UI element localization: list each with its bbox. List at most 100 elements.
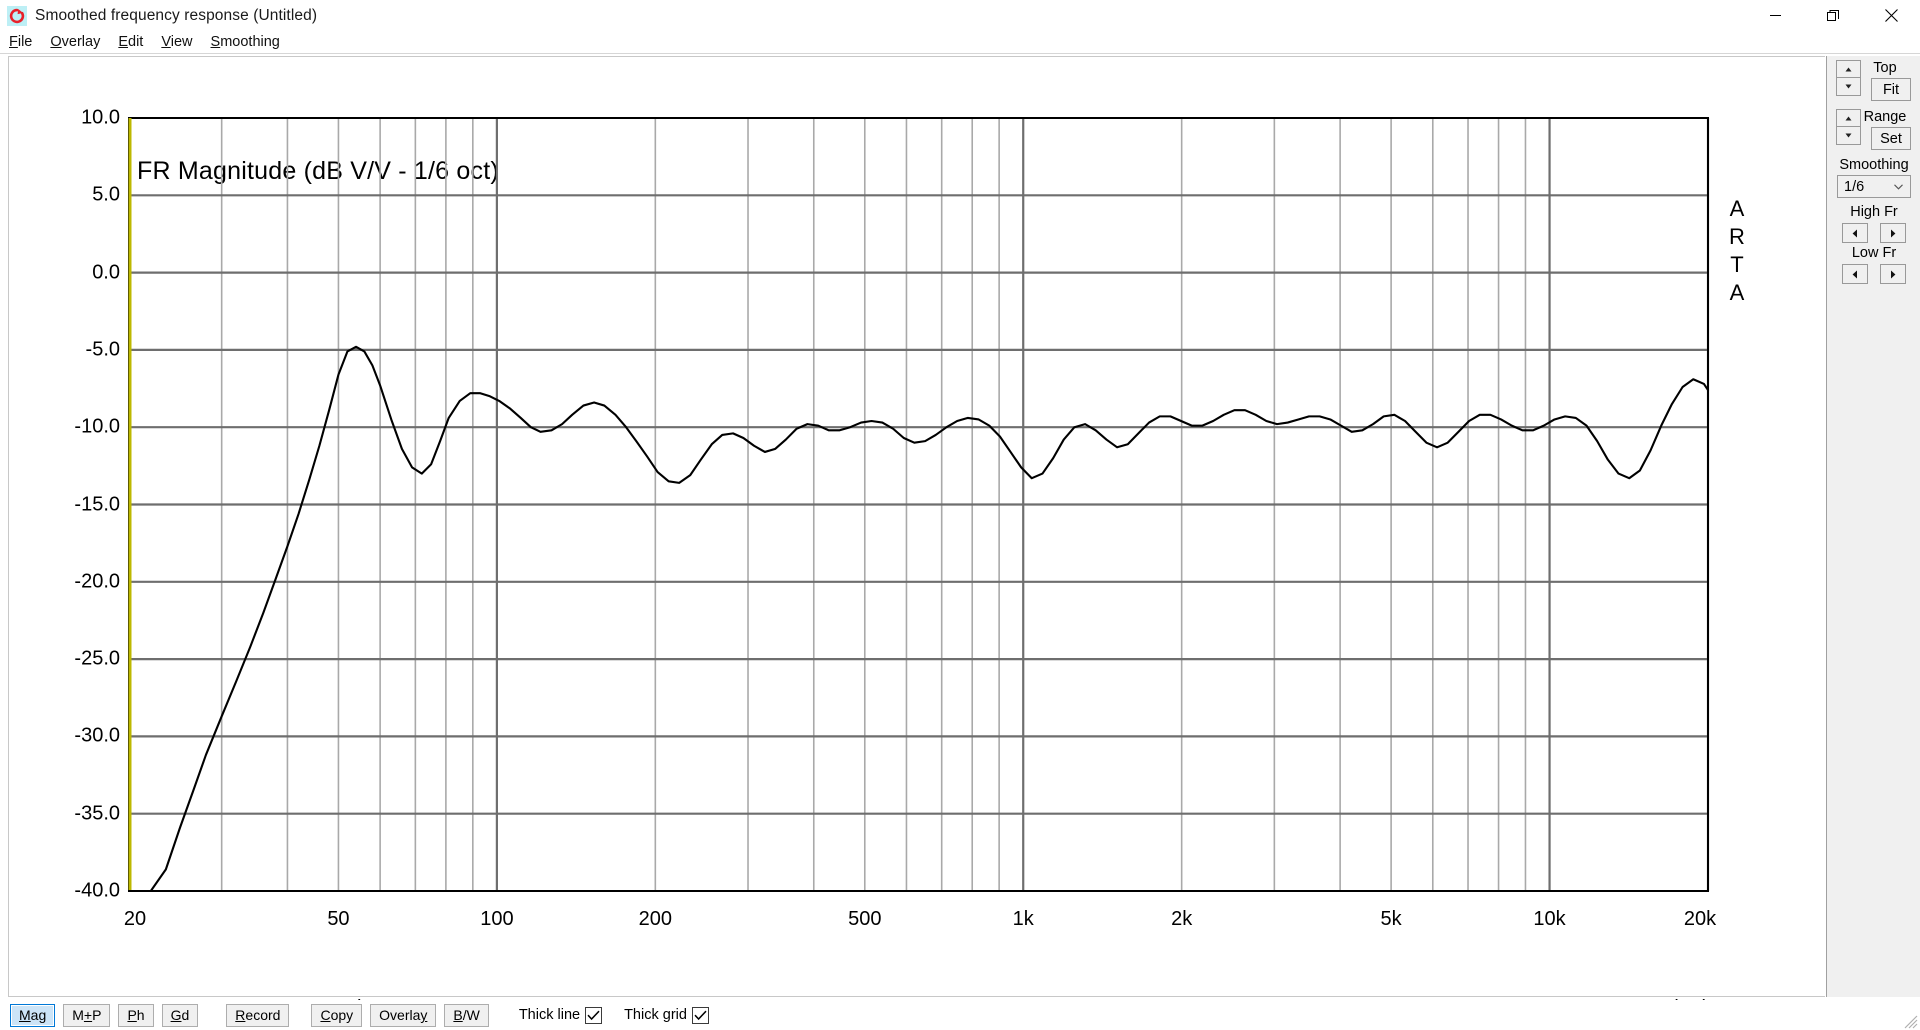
label-post: opy — [330, 1007, 354, 1023]
bottom-toolbar: Mag M + P Ph Gd Record Copy Overla y B/W Thick line… — [0, 1000, 1920, 1030]
y-axis-tick-label: -15.0 — [74, 493, 120, 515]
y-axis-tick-label: -40.0 — [74, 879, 120, 902]
checkbox-label: Thick grid — [624, 1007, 687, 1023]
toolbar-button-copy[interactable]: Copy — [311, 1003, 363, 1027]
menu-item-overlay-label: verlay — [61, 34, 101, 50]
fr-curve — [127, 345, 1710, 893]
restore-icon[interactable] — [1804, 0, 1862, 31]
label-pre: M — [72, 1007, 84, 1023]
toolbar-button-overlay[interactable]: Overla y — [370, 1003, 437, 1027]
chevron-down-icon — [1894, 183, 1903, 190]
grid-horizontal-lines — [129, 194, 1708, 815]
menu-bar: File Overlay Edit View Smoothing — [0, 31, 1920, 53]
menu-item-file-label: ile — [17, 34, 33, 50]
toolbar-button-b-w[interactable]: B/W — [444, 1003, 489, 1027]
toolbar-button-m-p[interactable]: M + P — [63, 1003, 111, 1027]
arta-watermark-letter: A — [1729, 280, 1745, 305]
window-controls — [1746, 0, 1920, 31]
label-mnemonic: B — [453, 1007, 463, 1023]
smoothing-label: Smoothing — [1839, 157, 1909, 173]
menu-item-overlay[interactable]: Overlay — [48, 34, 109, 50]
y-axis-tick-label: -10.0 — [74, 415, 120, 438]
y-axis-tick-label: 5.0 — [92, 183, 120, 206]
menu-item-view-label: iew — [170, 34, 193, 50]
label-mnemonic: + — [83, 1007, 93, 1023]
range-spinner-down[interactable] — [1836, 127, 1861, 145]
range-set-button[interactable]: Set — [1871, 127, 1911, 150]
high-fr-left-button[interactable] — [1842, 223, 1868, 243]
low-fr-right-button[interactable] — [1880, 264, 1906, 284]
minimize-icon[interactable] — [1746, 0, 1804, 31]
x-axis-tick-label: 100 — [480, 908, 514, 930]
y-axis-tick-label: 10.0 — [81, 106, 120, 129]
range-spinner-up[interactable] — [1836, 109, 1861, 127]
low-fr-left-button[interactable] — [1842, 264, 1868, 284]
label-post: ag — [30, 1007, 47, 1023]
high-fr-right-button[interactable] — [1880, 223, 1906, 243]
toolbar-button-gd[interactable]: Gd — [161, 1003, 199, 1027]
y-axis-tick-label: 0.0 — [92, 261, 120, 284]
checkbox-label: Thick line — [518, 1007, 581, 1023]
x-axis-tick-label: 50 — [327, 908, 350, 930]
top-fit-button[interactable]: Fit — [1871, 78, 1911, 101]
low-fr-label: Low Fr — [1851, 245, 1897, 261]
arta-watermark-letter: A — [1729, 196, 1745, 221]
label-post: P — [92, 1007, 102, 1023]
range-spinner[interactable] — [1836, 109, 1861, 145]
x-axis-tick-label: 20k — [1683, 908, 1717, 930]
check-icon — [587, 1010, 600, 1020]
menu-item-view[interactable]: View — [159, 34, 201, 50]
close-icon[interactable] — [1862, 0, 1920, 31]
smoothing-value: 1/6 — [1844, 178, 1865, 195]
checkbox-box[interactable] — [585, 1006, 603, 1024]
y-axis-tick-label: -25.0 — [74, 647, 120, 670]
x-axis-tick-label: 2k — [1171, 908, 1193, 930]
arta-watermark-letter: R — [1729, 224, 1745, 249]
label-post: ecord — [245, 1007, 281, 1023]
graph-panel[interactable]: FR Magnitude (dB V/V - 1/6 oct) 10.0 5.0 0… — [8, 56, 1826, 1019]
label-mnemonic: R — [235, 1007, 246, 1023]
checkbox-thick-grid[interactable]: Thick grid — [624, 1006, 709, 1024]
arta-watermark: ARTA — [1724, 195, 1750, 307]
toolbar-button-mag[interactable]: Mag — [10, 1003, 56, 1027]
checkbox-thick-line[interactable]: Thick line — [518, 1006, 603, 1024]
top-spinner-down[interactable] — [1836, 78, 1861, 96]
x-axis-tick-label: 10k — [1533, 908, 1566, 930]
frequency-response-plot[interactable] — [9, 57, 1826, 998]
y-axis-tick-label: -30.0 — [74, 724, 120, 747]
smoothing-select[interactable]: 1/6 — [1837, 175, 1911, 198]
high-fr-label: High Fr — [1850, 204, 1898, 220]
label-mnemonic: P — [127, 1007, 137, 1023]
x-axis-tick-label: 1k — [1012, 908, 1034, 930]
top-spinner-up[interactable] — [1836, 60, 1861, 78]
arta-watermark-letter: T — [1730, 252, 1744, 277]
x-axis-tick-label: 20 — [123, 908, 147, 930]
resize-grip[interactable] — [1904, 1015, 1918, 1029]
title-bar: Smoothed frequency response (Untitled) — [0, 0, 1920, 31]
menu-item-edit[interactable]: Edit — [116, 34, 152, 50]
x-axis-tick-label: 200 — [638, 908, 673, 930]
menu-item-file[interactable]: File — [7, 34, 41, 50]
toolbar-button-record[interactable]: Record — [226, 1003, 290, 1027]
label-mnemonic: M — [19, 1007, 31, 1023]
label-post: /W — [462, 1007, 480, 1023]
y-axis-tick-label: -35.0 — [74, 802, 120, 825]
toolbar-button-ph[interactable]: Ph — [118, 1003, 154, 1027]
label-mnemonic: G — [170, 1007, 182, 1023]
y-axis-tick-label: -20.0 — [74, 570, 120, 593]
check-icon — [694, 1010, 707, 1020]
label-post: h — [136, 1007, 145, 1023]
label-mnemonic: C — [320, 1007, 331, 1023]
checkbox-box[interactable] — [691, 1006, 709, 1024]
menu-item-smoothing-label: moothing — [220, 34, 280, 50]
y-axis-tick-label: -5.0 — [85, 338, 120, 361]
arta-logo-icon — [7, 5, 27, 26]
window-title: Smoothed frequency response (Untitled) — [35, 6, 318, 24]
label-pre: Overla — [379, 1007, 421, 1023]
label-mnemonic: y — [420, 1007, 428, 1023]
menu-item-smoothing[interactable]: Smoothing — [209, 34, 289, 50]
x-axis-tick-label: 500 — [848, 908, 882, 930]
label-post: d — [181, 1007, 190, 1023]
menu-item-edit-label: dit — [128, 34, 144, 50]
top-spinner[interactable] — [1836, 60, 1861, 96]
